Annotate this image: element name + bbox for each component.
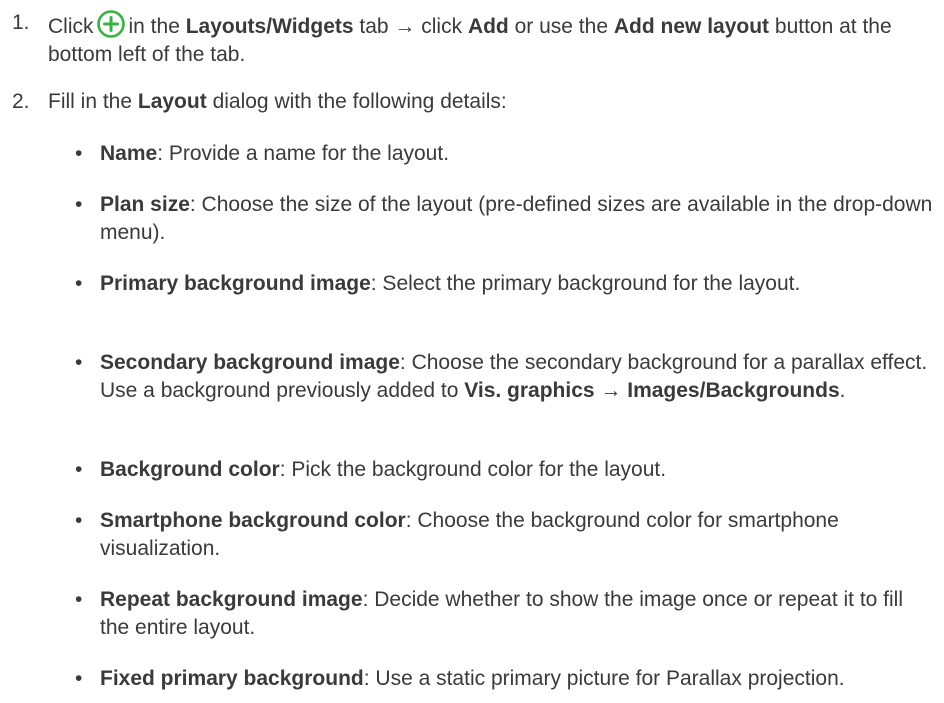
step-text-segment: dialog with the following details:	[212, 90, 507, 113]
bullet-dot: •	[75, 458, 83, 481]
step-text: Click in the Layouts/Widgets tab → click …	[48, 9, 928, 69]
field-term: Fixed primary background	[100, 667, 364, 690]
field-term: Repeat background image	[100, 588, 363, 611]
step-number: 1.	[12, 11, 30, 34]
ui-term: Layout	[137, 90, 207, 113]
step-text-segment: Fill in the	[48, 90, 133, 113]
field-description: : Use a static primary picture for Paral…	[363, 667, 845, 690]
step-text: Fill in the Layout dialog with the follo…	[48, 88, 928, 116]
field-term: Secondary background image	[100, 351, 400, 374]
bullet-text: Repeat background image: Decide whether …	[100, 586, 936, 642]
field-term: Primary background image	[100, 272, 371, 295]
bullet-text: Primary background image: Select the pri…	[100, 270, 936, 298]
field-description: .	[839, 379, 846, 402]
bullet-dot: •	[75, 509, 83, 532]
step-text-segment: in the	[128, 15, 180, 38]
bullet-dot: •	[75, 142, 83, 165]
bullet-dot: •	[75, 351, 83, 374]
bullet-dot: •	[75, 667, 83, 690]
field-description: : Choose the size of the layout (pre-def…	[100, 193, 933, 244]
ui-term: Layouts/Widgets	[185, 15, 354, 38]
step-number: 2.	[12, 90, 30, 113]
bullet-text: Background color: Pick the background co…	[100, 456, 936, 484]
instructions-page: 1. Click in the Layouts/Widgets tab → cli…	[0, 0, 944, 703]
step-text-segment: or use the	[514, 15, 609, 38]
step-text-segment: tab → click	[359, 15, 463, 38]
bullet-text: Plan size: Choose the size of the layout…	[100, 191, 936, 247]
bullet-text: Smartphone background color: Choose the …	[100, 507, 936, 563]
bullet-text: Fixed primary background: Use a static p…	[100, 665, 936, 693]
bullet-dot: •	[75, 588, 83, 611]
add-circle-icon	[96, 10, 125, 38]
menu-path: Vis. graphics → Images/Backgrounds	[464, 379, 840, 402]
field-term: Name	[100, 142, 158, 165]
ui-term: Add	[467, 15, 509, 38]
bullet-text: Name: Provide a name for the layout.	[100, 140, 936, 168]
ui-term: Add new layout	[613, 15, 770, 38]
bullet-text: Secondary background image: Choose the s…	[100, 349, 936, 405]
field-description: : Pick the background color for the layo…	[279, 458, 667, 481]
field-term: Smartphone background color	[100, 509, 406, 532]
field-term: Background color	[100, 458, 280, 481]
field-description: : Select the primary background for the …	[370, 272, 801, 295]
step-text-segment: Click	[48, 15, 94, 38]
bullet-dot: •	[75, 193, 83, 216]
bullet-dot: •	[75, 272, 83, 295]
field-description: : Provide a name for the layout.	[157, 142, 450, 165]
field-term: Plan size	[100, 193, 190, 216]
